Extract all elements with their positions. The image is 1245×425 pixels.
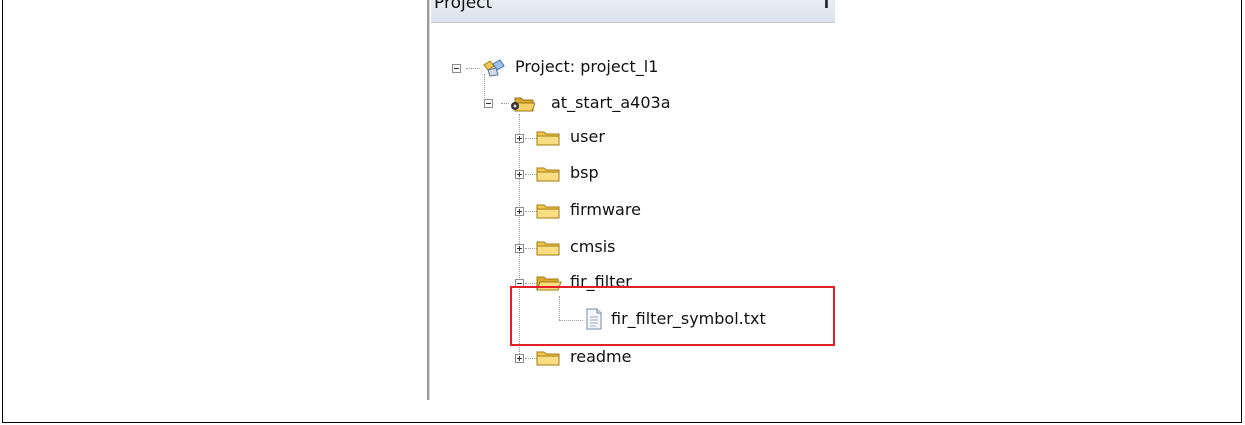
folder-icon [536,241,560,256]
folder-icon [536,351,560,366]
tree-node-target[interactable]: at_start_a403a [427,91,835,117]
target-folder-icon [511,97,535,112]
highlight-box [510,286,835,346]
folder-icon [536,131,560,146]
tree-node-label: user [570,127,605,146]
folder-icon [536,167,560,182]
tree-node-label: firmware [570,200,641,219]
tree-node-label: cmsis [570,237,616,256]
collapse-toggle[interactable] [484,99,493,108]
collapse-toggle[interactable] [452,64,461,73]
expand-toggle[interactable] [515,207,524,216]
tree-node-group-cmsis[interactable]: cmsis [427,235,835,261]
expand-toggle[interactable] [515,244,524,253]
expand-toggle[interactable] [515,354,524,363]
expand-toggle[interactable] [515,134,524,143]
tree-node-label: at_start_a403a [551,93,671,112]
expand-toggle[interactable] [515,170,524,179]
tree-node-group-bsp[interactable]: bsp [427,161,835,187]
tree-node-project-root[interactable]: Project: project_l1 [427,55,835,81]
tree-node-group-readme[interactable]: readme [427,345,835,371]
tree-node-group-user[interactable]: user [427,125,835,151]
tree-node-label: bsp [570,163,599,182]
tree-node-group-firmware[interactable]: firmware [427,198,835,224]
folder-icon [536,204,560,219]
tree-node-label: Project: project_l1 [515,57,659,76]
tree-node-label: readme [570,347,632,366]
project-icon [483,59,505,77]
